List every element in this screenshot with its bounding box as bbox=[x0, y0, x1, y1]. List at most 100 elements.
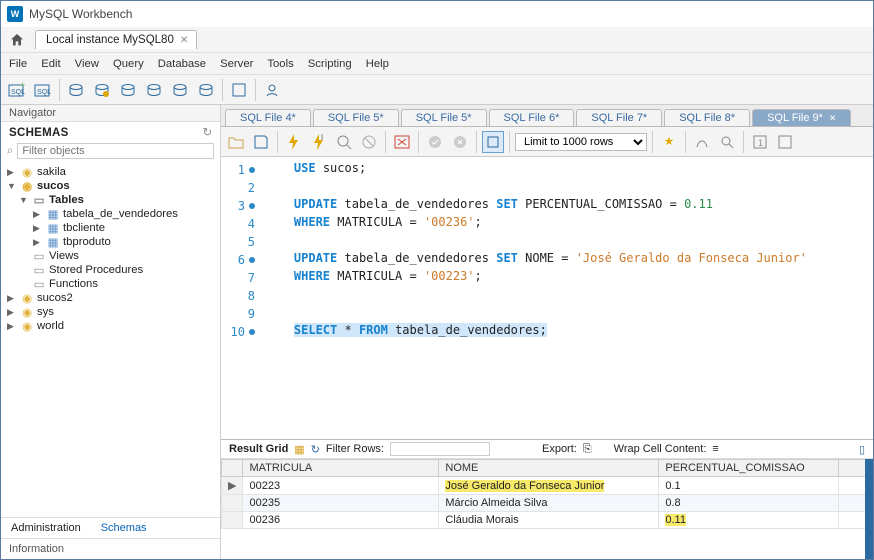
find-icon[interactable] bbox=[716, 131, 738, 153]
expand-icon[interactable]: ▶ bbox=[7, 167, 17, 178]
db-migrate-icon[interactable] bbox=[142, 78, 166, 102]
grid-view-icon[interactable]: ▦ bbox=[294, 443, 304, 456]
tab-sql-file-6[interactable]: SQL File 6* bbox=[489, 109, 575, 126]
functions-folder[interactable]: Functions bbox=[49, 278, 98, 290]
menu-bar: File Edit View Query Database Server Too… bbox=[1, 53, 873, 75]
tables-folder[interactable]: Tables bbox=[49, 194, 84, 206]
user-admin-icon[interactable] bbox=[260, 78, 284, 102]
cell-nome[interactable]: José Geraldo da Fonseca Junior bbox=[439, 477, 659, 495]
schema-sakila[interactable]: sakila bbox=[37, 166, 66, 178]
cell-matricula[interactable]: 00223 bbox=[243, 477, 439, 495]
sql-editor[interactable]: 1 2 3 4 5 6 7 8 9 10 USE sucos; UPDATE t… bbox=[221, 157, 873, 439]
stored-procedures-folder[interactable]: Stored Procedures bbox=[49, 264, 143, 276]
execute-icon[interactable] bbox=[283, 131, 305, 153]
row-limit-select[interactable]: Limit to 1000 rows bbox=[515, 133, 647, 151]
close-icon[interactable]: ✕ bbox=[180, 35, 188, 46]
tab-administration[interactable]: Administration bbox=[1, 518, 91, 538]
expand-icon[interactable]: ▶ bbox=[33, 223, 43, 234]
menu-tools[interactable]: Tools bbox=[267, 58, 293, 70]
menu-query[interactable]: Query bbox=[113, 58, 144, 70]
refresh-icon[interactable]: ↻ bbox=[203, 126, 212, 139]
db-new-icon[interactable] bbox=[64, 78, 88, 102]
cell-percentual[interactable]: 0.1 bbox=[659, 477, 839, 495]
cell-percentual[interactable]: 0.8 bbox=[659, 495, 839, 512]
filter-objects-input[interactable] bbox=[17, 143, 214, 159]
db-admin-icon[interactable] bbox=[194, 78, 218, 102]
pin-icon[interactable]: ▯ bbox=[859, 443, 865, 456]
expand-icon[interactable]: ▶ bbox=[7, 293, 17, 304]
db-inspect-icon[interactable] bbox=[116, 78, 140, 102]
toggle-2-icon[interactable] bbox=[774, 131, 796, 153]
tab-sql-file-7[interactable]: SQL File 7* bbox=[576, 109, 662, 126]
tab-sql-file-4[interactable]: SQL File 4* bbox=[225, 109, 311, 126]
database-icon: ◉ bbox=[20, 320, 34, 332]
toggle-1-icon[interactable]: 1 bbox=[749, 131, 771, 153]
tab-sql-file-5b[interactable]: SQL File 5* bbox=[401, 109, 487, 126]
col-nome[interactable]: NOME bbox=[439, 460, 659, 477]
table-tabela-de-vendedores[interactable]: tabela_de_vendedores bbox=[63, 208, 178, 220]
table-tbcliente[interactable]: tbcliente bbox=[63, 222, 105, 234]
code-area[interactable]: USE sucos; UPDATE tabela_de_vendedores S… bbox=[259, 157, 873, 439]
tab-sql-file-5[interactable]: SQL File 5* bbox=[313, 109, 399, 126]
cell-matricula[interactable]: 00235 bbox=[243, 495, 439, 512]
menu-database[interactable]: Database bbox=[158, 58, 206, 70]
wrap-toggle-icon[interactable]: ≡ bbox=[712, 443, 718, 455]
beautify-icon[interactable] bbox=[691, 131, 713, 153]
connection-tab[interactable]: Local instance MySQL80 ✕ bbox=[35, 30, 197, 49]
stop-on-error-icon[interactable] bbox=[391, 131, 413, 153]
schema-sucos[interactable]: sucos bbox=[37, 180, 70, 192]
expand-icon[interactable]: ▶ bbox=[33, 209, 43, 220]
col-percentual-comissao[interactable]: PERCENTUAL_COMISSAO bbox=[659, 460, 839, 477]
execute-current-icon[interactable]: I bbox=[308, 131, 330, 153]
stop-icon[interactable] bbox=[358, 131, 380, 153]
table-row[interactable]: 00235 Márcio Almeida Silva 0.8 bbox=[222, 495, 873, 512]
cell-nome[interactable]: Cláudia Morais bbox=[439, 512, 659, 529]
folder-icon: ▭ bbox=[32, 250, 46, 262]
menu-scripting[interactable]: Scripting bbox=[308, 58, 352, 70]
cell-percentual[interactable]: 0.11 bbox=[659, 512, 839, 529]
table-row[interactable]: 00236 Cláudia Morais 0.11 bbox=[222, 512, 873, 529]
table-tbproduto[interactable]: tbproduto bbox=[63, 236, 111, 248]
schema-world[interactable]: world bbox=[37, 320, 64, 332]
tab-label: SQL File 9* bbox=[767, 112, 823, 124]
refresh-icon[interactable]: ↻ bbox=[311, 443, 320, 456]
autocommit-icon[interactable] bbox=[482, 131, 504, 153]
schema-sys[interactable]: sys bbox=[37, 306, 54, 318]
tab-schemas[interactable]: Schemas bbox=[91, 518, 157, 538]
star-icon[interactable]: ★ bbox=[658, 131, 680, 153]
views-folder[interactable]: Views bbox=[49, 250, 79, 262]
collapse-icon[interactable]: ▼ bbox=[7, 181, 17, 191]
menu-server[interactable]: Server bbox=[220, 58, 253, 70]
expand-icon[interactable]: ▶ bbox=[33, 237, 43, 248]
model-icon[interactable] bbox=[227, 78, 251, 102]
menu-view[interactable]: View bbox=[75, 58, 99, 70]
table-row[interactable]: ▶ 00223 José Geraldo da Fonseca Junior 0… bbox=[222, 477, 873, 495]
schema-tree[interactable]: ▶◉sakila ▼◉sucos ▼▭Tables ▶▦tabela_de_ve… bbox=[1, 163, 220, 517]
result-grid[interactable]: MATRICULA NOME PERCENTUAL_COMISSAO ▶ 002… bbox=[221, 459, 873, 559]
menu-edit[interactable]: Edit bbox=[41, 58, 60, 70]
open-file-icon[interactable] bbox=[225, 131, 247, 153]
menu-help[interactable]: Help bbox=[366, 58, 389, 70]
open-sql-icon[interactable]: SQL bbox=[31, 78, 55, 102]
new-sql-tab-icon[interactable]: SQL+ bbox=[5, 78, 29, 102]
expand-icon[interactable]: ▶ bbox=[7, 321, 17, 332]
menu-file[interactable]: File bbox=[9, 58, 27, 70]
export-icon[interactable]: ⎘ bbox=[583, 443, 592, 456]
close-icon[interactable]: ✕ bbox=[829, 113, 837, 124]
cell-matricula[interactable]: 00236 bbox=[243, 512, 439, 529]
save-icon[interactable] bbox=[250, 131, 272, 153]
db-connect-icon[interactable] bbox=[90, 78, 114, 102]
col-matricula[interactable]: MATRICULA bbox=[243, 460, 439, 477]
expand-icon[interactable]: ▶ bbox=[7, 307, 17, 318]
db-sync-icon[interactable] bbox=[168, 78, 192, 102]
schema-sucos2[interactable]: sucos2 bbox=[37, 292, 73, 304]
home-icon[interactable] bbox=[7, 30, 27, 50]
tab-sql-file-9[interactable]: SQL File 9* ✕ bbox=[752, 109, 851, 126]
tab-sql-file-8[interactable]: SQL File 8* bbox=[664, 109, 750, 126]
filter-rows-input[interactable] bbox=[390, 442, 490, 456]
commit-icon[interactable] bbox=[424, 131, 446, 153]
explain-icon[interactable] bbox=[333, 131, 355, 153]
collapse-icon[interactable]: ▼ bbox=[19, 195, 29, 205]
rollback-icon[interactable] bbox=[449, 131, 471, 153]
cell-nome[interactable]: Márcio Almeida Silva bbox=[439, 495, 659, 512]
